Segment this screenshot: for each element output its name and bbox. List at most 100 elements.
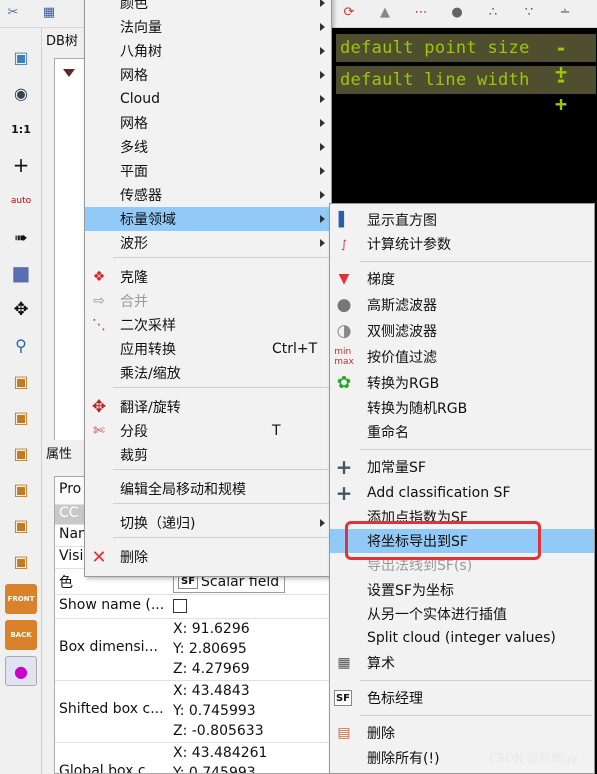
menu-separator [113,503,329,504]
menu-separator [360,715,592,716]
properties-title: 属性 [46,447,73,462]
db-tree-title: DB树 [46,34,78,49]
move-icon[interactable]: ✥ [5,294,37,324]
menu-item-add-constant-sf[interactable]: + 加常量SF [330,455,594,479]
histogram-icon: ▌ [338,212,350,228]
menu-item-show-histogram[interactable]: ▌ 显示直方图 [330,208,594,232]
menu-separator [360,449,592,450]
menu-separator [360,680,592,681]
gradient-icon: ▼ [338,271,350,287]
menu-item-bilateral[interactable]: ◑ 双侧滤波器 [330,319,594,343]
submenu-arrow-icon [320,239,325,247]
camera-icon[interactable]: ◉ [5,78,37,108]
plus-icon: + [335,455,353,479]
scissors-icon: ✄ [93,423,105,439]
cube-view-2-icon[interactable]: ▣ [5,402,37,432]
submenu-arrow-icon [320,47,325,55]
menu-item-filter-by-value[interactable]: min max 按价值过滤 [330,345,594,369]
menu-item-gradient[interactable]: ▼ 梯度 [330,267,594,291]
magnifier-icon[interactable]: ⚲ [5,330,37,360]
menu-separator [113,537,329,538]
cube-view-6-icon[interactable]: ▣ [5,546,37,576]
menu-item-color[interactable]: 颜色 [85,0,331,15]
save-icon[interactable]: ▦ [38,2,60,24]
menu-item-delete-sf[interactable]: ▤ 删除 [330,721,594,745]
show-name-checkbox[interactable] [173,599,187,613]
subsample-icon: ⋱ [92,317,106,333]
menu-item-arithmetic[interactable]: ▦ 算术 [330,651,594,675]
back-view-icon[interactable]: BACK [5,620,37,650]
menu-item-set-sf-as-coord[interactable]: 设置SF为坐标 [330,578,594,602]
front-view-icon[interactable]: FRONT [5,584,37,614]
sync-icon[interactable]: ⟳ [338,2,360,24]
menu-separator [113,469,329,470]
rotate-icon[interactable]: ➠ [5,222,37,252]
menu-item-rename[interactable]: 重命名 [330,420,594,444]
menu-item-waveform[interactable]: 波形 [85,231,331,255]
monitor-icon[interactable]: ▣ [5,42,37,72]
cube-blue-icon[interactable]: ■ [5,258,37,288]
menu-item-convert-rgb[interactable]: ✿ 转换为RGB [330,371,594,395]
cube-view-5-icon[interactable]: ▣ [5,510,37,540]
clone-icon: ❖ [92,269,106,285]
menu-item-add-classification-sf[interactable]: + Add classification SF [330,481,594,505]
menu-item-split-cloud[interactable]: Split cloud (integer values) [330,626,594,650]
open-file-icon[interactable]: ✂ [2,2,24,24]
cube-view-4-icon[interactable]: ▣ [5,474,37,504]
menu-separator [360,261,592,262]
menu-item-clone[interactable]: ❖ 克隆 [85,265,331,289]
submenu-arrow-icon [320,215,325,223]
menu-item-apply-transform[interactable]: 应用转换 Ctrl+T [85,337,331,361]
menu-item-mesh[interactable]: 网格 [85,63,331,87]
menu-item-octree[interactable]: 八角树 [85,39,331,63]
menu-item-sensors[interactable]: 传感器 [85,183,331,207]
dual-dot-icon[interactable]: ● [5,656,37,686]
translate-rotate-icon: ✥ [91,397,107,417]
context-menu: 颜色 法向量 八角树 网格 Cloud 网格 多线 平面 传感器 标量领域 波形… [84,0,332,577]
menu-item-scalar-fields[interactable]: 标量领域 [85,207,331,231]
line-width-buttons[interactable]: - + [555,68,597,116]
scatter2-icon[interactable]: ∵ [518,2,540,24]
cube-view-3-icon[interactable]: ▣ [5,438,37,468]
menu-separator [113,257,329,258]
sphere-icon[interactable]: ● [446,2,468,24]
delete-x-icon: ✕ [91,546,107,568]
menu-item-merge[interactable]: ⇨ 合并 [85,289,331,313]
merge-icon: ⇨ [93,293,105,309]
menu-item-edit-global-shift[interactable]: 编辑全局移动和规模 [85,477,331,501]
submenu-arrow-icon [320,167,325,175]
menu-item-normals[interactable]: 法向量 [85,15,331,39]
tree-icon[interactable]: ▲ [374,2,396,24]
menu-item-multiply-scale[interactable]: 乘法/缩放 [85,361,331,385]
watermark: CSDN @秋雨qy [489,751,578,765]
menu-item-gaussian[interactable]: ● 高斯滤波器 [330,293,594,317]
dots-icon[interactable]: ⋯ [410,2,432,24]
menu-item-mesh-2[interactable]: 网格 [85,111,331,135]
table-row: Show name (... [55,595,329,619]
zoom-1-1-icon[interactable]: 1:1 [5,114,37,144]
menu-item-crop[interactable]: 裁剪 [85,443,331,467]
scatter-icon[interactable]: ∴ [482,2,504,24]
menu-item-compute-stats[interactable]: ∫ 计算统计参数 [330,232,594,256]
menu-item-subsample[interactable]: ⋱ 二次采样 [85,313,331,337]
menu-item-color-scale-manager[interactable]: SF 色标经理 [330,686,594,710]
submenu-arrow-icon [320,119,325,127]
expand-arrow-icon[interactable] [63,69,75,77]
cube-view-1-icon[interactable]: ▣ [5,366,37,396]
submenu-arrow-icon [320,0,325,7]
menu-item-translate-rotate[interactable]: ✥ 翻译/旋转 [85,395,331,419]
menu-item-cloud[interactable]: Cloud [85,87,331,111]
menu-item-toggle-recursive[interactable]: 切换（递归) [85,511,331,535]
menu-item-interpolate-from-entity[interactable]: 从另一个实体进行插值 [330,602,594,626]
crosshair-icon[interactable]: + [5,150,37,180]
shortcut-label: T [272,423,281,439]
menu-item-segment[interactable]: ✄ 分段 T [85,419,331,443]
menu-item-convert-random-rgb[interactable]: 转换为随机RGB [330,396,594,420]
table-row: Box dimensi... X: 91.6296 Y: 2.80695 Z: … [55,619,329,681]
submenu-arrow-icon [320,519,325,527]
scatter3-icon[interactable]: ∸ [554,2,576,24]
menu-item-delete[interactable]: ✕ 删除 [85,545,331,569]
menu-item-plane[interactable]: 平面 [85,159,331,183]
auto-pivot-icon[interactable]: auto [5,186,37,216]
menu-item-polyline[interactable]: 多线 [85,135,331,159]
